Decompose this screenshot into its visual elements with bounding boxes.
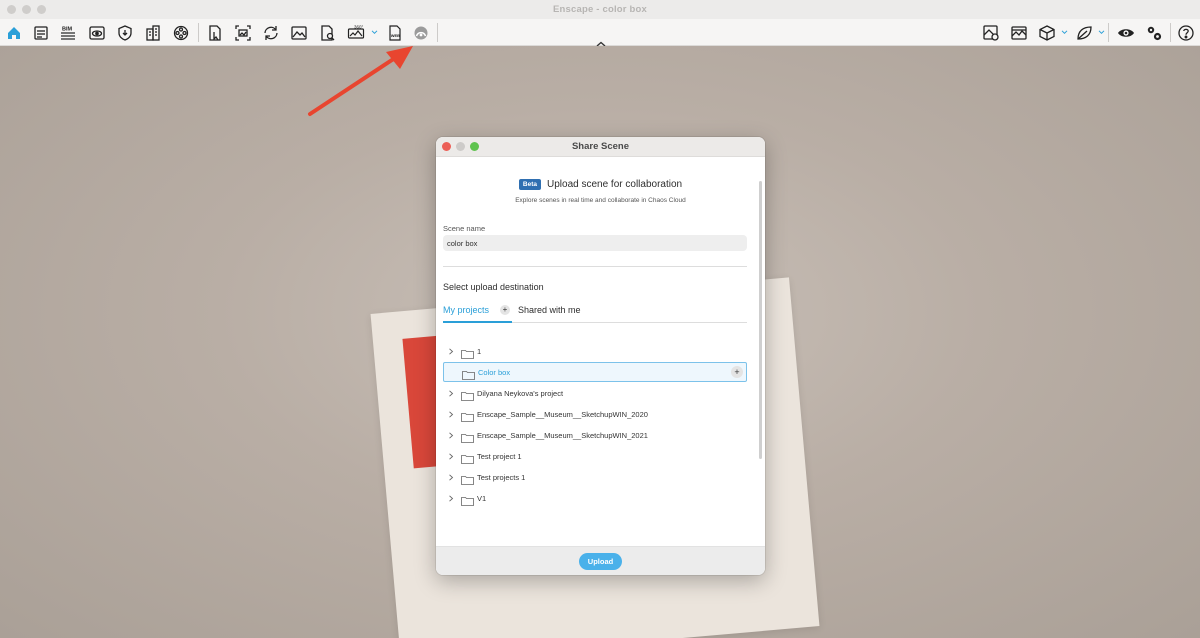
tab-my-projects[interactable]: My projects + — [443, 303, 512, 323]
project-row[interactable]: Test project 1 — [443, 446, 747, 466]
landscape-icon[interactable] — [1008, 22, 1030, 44]
help-icon[interactable] — [1175, 22, 1197, 44]
chevron-right-icon[interactable] — [448, 431, 458, 439]
project-name: V1 — [477, 493, 487, 503]
eye-box-icon[interactable] — [86, 22, 108, 44]
toolbar-separator — [1170, 23, 1171, 42]
gears-icon[interactable] — [1143, 22, 1165, 44]
chevron-right-icon[interactable] — [448, 347, 458, 355]
close-window-button[interactable] — [7, 5, 16, 14]
screenshot-icon[interactable] — [232, 22, 254, 44]
beta-badge: Beta — [518, 179, 541, 190]
destination-tabs: My projects + Shared with me — [443, 303, 747, 323]
dialog-subheading: Explore scenes in real time and collabor… — [515, 197, 686, 204]
project-row[interactable]: Color box + — [443, 362, 747, 382]
window-titlebar: Enscape - color box — [0, 0, 1200, 19]
dialog-titlebar: Share Scene — [436, 137, 765, 157]
project-name: Test project 1 — [477, 451, 522, 461]
chevron-down-icon[interactable] — [1060, 27, 1068, 37]
share-scene-dialog: Share Scene Beta Upload scene for collab… — [436, 137, 765, 575]
bim-label: BIM — [62, 27, 73, 33]
chevron-right-icon[interactable] — [448, 410, 458, 418]
eye-icon[interactable] — [1115, 22, 1137, 44]
chevron-right-icon[interactable] — [448, 389, 458, 397]
chevron-right-icon[interactable] — [448, 473, 458, 481]
pano-label: 360° — [354, 25, 364, 30]
project-row[interactable]: 1 — [443, 341, 747, 361]
add-subfolder-button[interactable]: + — [731, 366, 743, 378]
chevron-right-icon[interactable] — [448, 452, 458, 460]
dialog-minimize-button[interactable] — [456, 142, 465, 151]
window-controls — [7, 5, 46, 14]
add-project-button[interactable]: + — [500, 305, 510, 315]
scene-name-label: Scene name — [443, 224, 486, 233]
folder-icon — [461, 346, 474, 359]
project-row[interactable]: V1 — [443, 488, 747, 508]
window-title: Enscape - color box — [552, 4, 648, 15]
toolbar-separator — [198, 23, 199, 42]
file-cursor-icon[interactable] — [204, 22, 226, 44]
bim-icon[interactable]: BIM — [57, 22, 79, 44]
dialog-close-button[interactable] — [442, 142, 451, 151]
project-row[interactable]: Enscape_Sample__Museum__SketchupWIN_2020 — [443, 404, 747, 424]
home-icon[interactable] — [3, 22, 25, 44]
folder-icon — [461, 430, 474, 443]
collapse-toolbar-chevron-icon[interactable] — [594, 36, 608, 47]
tab-my-projects-label: My projects — [443, 305, 490, 315]
project-name: Dilyana Neykova's project — [477, 388, 564, 398]
chevron-down-icon[interactable] — [370, 27, 378, 37]
chevron-right-icon[interactable] — [448, 494, 458, 502]
project-name: Enscape_Sample__Museum__SketchupWIN_2020 — [477, 409, 648, 419]
dialog-header: Beta Upload scene for collaboration — [436, 179, 765, 190]
dialog-heading: Upload scene for collaboration — [547, 179, 683, 190]
film-reel-icon[interactable] — [170, 22, 192, 44]
project-row[interactable]: Test projects 1 — [443, 467, 747, 487]
folder-icon — [461, 472, 474, 485]
folder-icon — [461, 409, 474, 422]
project-name: Color box — [478, 367, 511, 377]
project-name: Test projects 1 — [477, 472, 526, 482]
project-row[interactable]: Dilyana Neykova's project — [443, 383, 747, 403]
project-name: 1 — [477, 346, 482, 356]
refresh-icon[interactable] — [260, 22, 282, 44]
project-row[interactable]: Enscape_Sample__Museum__SketchupWIN_2021 — [443, 425, 747, 445]
dialog-footer: Upload — [436, 546, 765, 575]
zoom-window-button[interactable] — [37, 5, 46, 14]
chevron-down-icon[interactable] — [1097, 27, 1105, 37]
upload-destination-label: Select upload destination — [443, 282, 544, 292]
folder-icon — [461, 388, 474, 401]
toolbar-separator — [437, 23, 438, 42]
scene-name-input[interactable] — [443, 235, 747, 251]
shield-icon[interactable] — [114, 22, 136, 44]
folder-icon — [462, 367, 475, 380]
dialog-title: Share Scene — [571, 141, 630, 152]
dialog-divider — [443, 266, 747, 267]
dialog-body: Beta Upload scene for collaboration Expl… — [436, 157, 765, 546]
folder-icon — [461, 451, 474, 464]
tab-shared-label: Shared with me — [518, 305, 581, 315]
folder-icon — [461, 493, 474, 506]
leaf-icon[interactable] — [1073, 22, 1095, 44]
dialog-scrollbar[interactable] — [759, 181, 762, 459]
settings-image-icon[interactable] — [980, 22, 1002, 44]
dialog-zoom-button[interactable] — [470, 142, 479, 151]
annotation-arrow-icon — [308, 46, 413, 116]
building-icon[interactable] — [142, 22, 164, 44]
minimize-window-button[interactable] — [22, 5, 31, 14]
upload-button[interactable]: Upload — [578, 552, 623, 570]
dialog-window-controls — [442, 142, 479, 151]
toolbar-separator — [1108, 23, 1109, 42]
project-name: Enscape_Sample__Museum__SketchupWIN_2021 — [477, 430, 648, 440]
cube-icon[interactable] — [1036, 22, 1058, 44]
document-icon[interactable] — [30, 22, 52, 44]
